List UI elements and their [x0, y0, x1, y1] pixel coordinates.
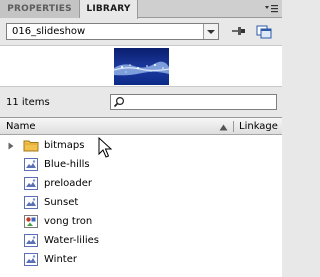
list-header: Name Linkage: [0, 118, 282, 135]
bitmap-icon: [24, 253, 38, 266]
list-item[interactable]: preloader: [0, 174, 282, 193]
chevron-down-icon[interactable]: [203, 24, 218, 39]
list-item-folder[interactable]: bitmaps: [0, 136, 282, 155]
panel-tab-bar: PROPERTIES LIBRARY: [0, 0, 282, 19]
bitmap-icon: [24, 196, 38, 209]
item-preview: [0, 45, 282, 87]
list-item-label: Winter: [44, 254, 77, 265]
search-input[interactable]: [127, 95, 275, 109]
list-item[interactable]: Sunset: [0, 193, 282, 212]
bitmap-icon: [24, 158, 38, 171]
list-item-label: Blue-hills: [44, 159, 90, 170]
list-item-label: preloader: [44, 178, 93, 189]
list-item-label: vong tron: [44, 216, 93, 227]
library-item-list: Name Linkage bitmaps Blue-hills preloade…: [0, 117, 282, 277]
tab-properties[interactable]: PROPERTIES: [0, 0, 80, 18]
folder-icon: [23, 138, 40, 153]
list-item[interactable]: Blue-hills: [0, 155, 282, 174]
list-item-label: Sunset: [44, 197, 79, 208]
column-header-linkage[interactable]: Linkage: [239, 118, 278, 135]
list-item[interactable]: Water-lilies: [0, 231, 282, 250]
tab-library[interactable]: LIBRARY: [80, 0, 138, 19]
expand-arrow-icon[interactable]: [8, 142, 14, 150]
document-select-value: 016_slideshow: [12, 26, 86, 37]
list-item[interactable]: vong tron: [0, 212, 282, 231]
pin-library-button[interactable]: [229, 23, 247, 40]
sort-ascending-icon[interactable]: [219, 123, 228, 131]
graphic-symbol-icon: [24, 215, 38, 228]
column-header-name[interactable]: Name: [6, 118, 36, 135]
panel-menu-icon[interactable]: [264, 4, 278, 14]
list-item-label: Water-lilies: [44, 235, 100, 246]
bitmap-icon: [24, 177, 38, 190]
list-item-label: bitmaps: [44, 140, 85, 151]
bitmap-icon: [24, 234, 38, 247]
preview-thumbnail-image: [114, 48, 169, 85]
item-count: 11 items: [6, 97, 50, 108]
search-icon: [113, 96, 125, 108]
column-divider[interactable]: [233, 121, 234, 132]
document-select[interactable]: 016_slideshow: [6, 23, 219, 40]
library-search[interactable]: [110, 94, 277, 110]
list-item[interactable]: Winter: [0, 250, 282, 269]
new-library-panel-button[interactable]: [255, 23, 273, 40]
mouse-cursor-icon: [98, 136, 113, 159]
